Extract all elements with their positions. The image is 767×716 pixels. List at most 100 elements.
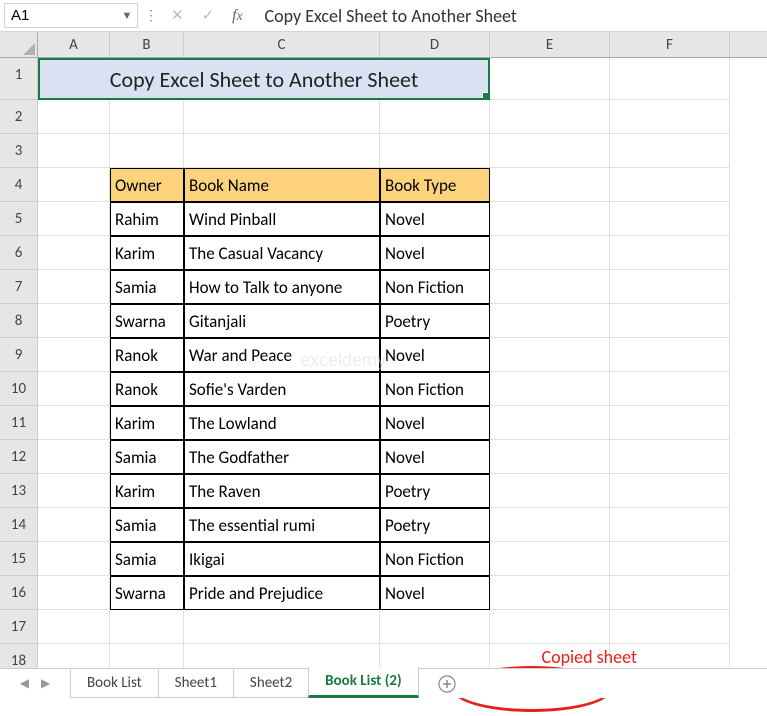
row-header[interactable]: 16 xyxy=(0,576,38,610)
cell[interactable] xyxy=(38,440,110,474)
table-header[interactable]: Owner xyxy=(110,168,184,202)
cell[interactable] xyxy=(110,610,184,644)
table-cell[interactable]: How to Talk to anyone xyxy=(184,270,380,304)
cell[interactable] xyxy=(610,134,730,168)
table-cell[interactable]: Swarna xyxy=(110,304,184,338)
cell[interactable] xyxy=(610,168,730,202)
table-cell[interactable]: Non Fiction xyxy=(380,270,490,304)
fx-icon[interactable]: fx xyxy=(224,0,250,31)
table-cell[interactable]: Karim xyxy=(110,474,184,508)
table-cell[interactable]: Ranok xyxy=(110,338,184,372)
table-cell[interactable]: Poetry xyxy=(380,508,490,542)
row-header[interactable]: 8 xyxy=(0,304,38,338)
cell[interactable] xyxy=(610,576,730,610)
row-header[interactable]: 1 xyxy=(0,58,38,100)
cell[interactable] xyxy=(610,304,730,338)
table-cell[interactable]: Non Fiction xyxy=(380,542,490,576)
cell[interactable] xyxy=(184,100,380,134)
col-header-F[interactable]: F xyxy=(610,32,730,57)
cell[interactable] xyxy=(490,610,610,644)
sheet-tab[interactable]: Sheet1 xyxy=(158,669,234,698)
cell[interactable] xyxy=(38,236,110,270)
table-cell[interactable]: Novel xyxy=(380,440,490,474)
table-cell[interactable]: Samia xyxy=(110,270,184,304)
cell[interactable] xyxy=(38,508,110,542)
table-cell[interactable]: Poetry xyxy=(380,304,490,338)
cell[interactable] xyxy=(610,406,730,440)
row-header[interactable]: 12 xyxy=(0,440,38,474)
cell[interactable] xyxy=(490,270,610,304)
row-header[interactable]: 9 xyxy=(0,338,38,372)
table-cell[interactable]: The Lowland xyxy=(184,406,380,440)
spreadsheet-grid[interactable]: 1Copy Excel Sheet to Another Sheet234 Own… xyxy=(0,58,767,678)
cell[interactable] xyxy=(610,100,730,134)
table-cell[interactable]: Novel xyxy=(380,338,490,372)
row-header[interactable]: 2 xyxy=(0,100,38,134)
name-box-dropdown-icon[interactable]: ▼ xyxy=(117,9,137,22)
sheet-tab[interactable]: Book List xyxy=(70,669,159,698)
cell[interactable] xyxy=(38,406,110,440)
cell[interactable] xyxy=(110,134,184,168)
row-header[interactable]: 5 xyxy=(0,202,38,236)
cell[interactable] xyxy=(110,100,184,134)
col-header-C[interactable]: C xyxy=(184,32,380,57)
table-cell[interactable]: Karim xyxy=(110,236,184,270)
select-all-corner[interactable] xyxy=(0,32,38,57)
sheet-tab[interactable]: Book List (2) xyxy=(308,667,419,698)
cell[interactable] xyxy=(184,134,380,168)
cell[interactable] xyxy=(610,58,730,100)
cell[interactable] xyxy=(490,576,610,610)
formula-input[interactable]: Copy Excel Sheet to Another Sheet xyxy=(251,0,767,31)
sheet-nav-arrows[interactable]: ◀ ▶ xyxy=(0,676,70,691)
cell[interactable] xyxy=(38,372,110,406)
new-sheet-button[interactable] xyxy=(438,675,472,693)
cell[interactable] xyxy=(490,542,610,576)
table-cell[interactable]: Sofie's Varden xyxy=(184,372,380,406)
table-cell[interactable]: Novel xyxy=(380,202,490,236)
name-box[interactable] xyxy=(5,7,117,24)
row-header[interactable]: 13 xyxy=(0,474,38,508)
cell[interactable] xyxy=(38,134,110,168)
cell[interactable] xyxy=(490,508,610,542)
row-header[interactable]: 6 xyxy=(0,236,38,270)
cell[interactable] xyxy=(610,508,730,542)
cell[interactable] xyxy=(38,610,110,644)
cell[interactable] xyxy=(490,58,610,100)
cell[interactable] xyxy=(380,134,490,168)
cell[interactable] xyxy=(610,610,730,644)
cell[interactable] xyxy=(38,202,110,236)
cell[interactable] xyxy=(610,542,730,576)
cell[interactable] xyxy=(490,134,610,168)
col-header-A[interactable]: A xyxy=(38,32,110,57)
table-cell[interactable]: Novel xyxy=(380,576,490,610)
row-header[interactable]: 3 xyxy=(0,134,38,168)
cell[interactable] xyxy=(38,576,110,610)
col-header-D[interactable]: D xyxy=(380,32,490,57)
table-cell[interactable]: Karim xyxy=(110,406,184,440)
sheet-tab[interactable]: Sheet2 xyxy=(233,669,309,698)
cell[interactable] xyxy=(490,202,610,236)
cell[interactable] xyxy=(610,474,730,508)
cell[interactable] xyxy=(610,440,730,474)
nav-next-icon[interactable]: ▶ xyxy=(41,676,50,691)
table-cell[interactable]: Rahim xyxy=(110,202,184,236)
row-header[interactable]: 10 xyxy=(0,372,38,406)
row-header[interactable]: 14 xyxy=(0,508,38,542)
title-cell[interactable]: Copy Excel Sheet to Another Sheet xyxy=(38,58,490,100)
cell[interactable] xyxy=(490,406,610,440)
table-cell[interactable]: The Godfather xyxy=(184,440,380,474)
col-header-E[interactable]: E xyxy=(490,32,610,57)
row-header[interactable]: 17 xyxy=(0,610,38,644)
table-cell[interactable]: Novel xyxy=(380,236,490,270)
table-cell[interactable]: Samia xyxy=(110,508,184,542)
table-cell[interactable]: Ranok xyxy=(110,372,184,406)
cell[interactable] xyxy=(610,236,730,270)
table-cell[interactable]: The Casual Vacancy xyxy=(184,236,380,270)
table-cell[interactable]: Samia xyxy=(110,440,184,474)
row-header[interactable]: 4 xyxy=(0,168,38,202)
row-header[interactable]: 15 xyxy=(0,542,38,576)
cell[interactable] xyxy=(184,610,380,644)
cell[interactable] xyxy=(490,440,610,474)
cell[interactable] xyxy=(490,168,610,202)
cell[interactable] xyxy=(610,338,730,372)
